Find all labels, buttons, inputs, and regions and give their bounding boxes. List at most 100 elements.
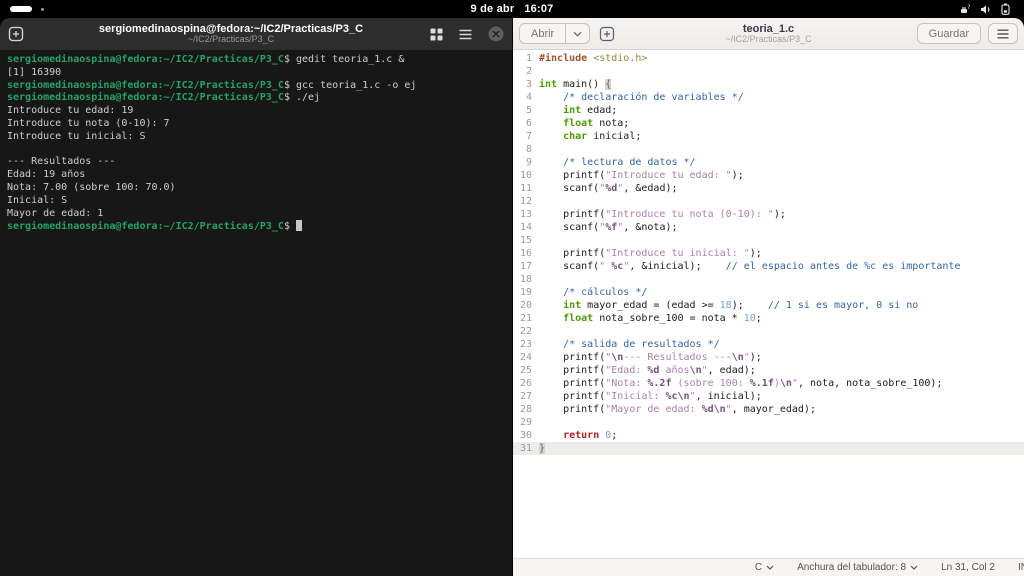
code-line[interactable]: 13 printf("Introduce tu nota (0-10): "); [513, 208, 1024, 221]
document-title: teoria_1.c [742, 22, 795, 35]
code-line[interactable]: 9 /* lectura de datos */ [513, 156, 1024, 169]
code-text: int main() { [539, 79, 612, 90]
code-line[interactable]: 29 [513, 416, 1024, 429]
line-number: 13 [519, 209, 532, 220]
language-selector[interactable]: C [755, 562, 774, 573]
line-number: 22 [519, 326, 532, 337]
line-number: 19 [519, 287, 532, 298]
code-line[interactable]: 11 scanf("%d", &edad); [513, 182, 1024, 195]
line-number: 17 [519, 261, 532, 272]
code-line[interactable]: 1 #include <stdio.h> [513, 52, 1024, 65]
code-line[interactable]: 24 printf("\n--- Resultados ---\n"); [513, 351, 1024, 364]
code-text: printf("Introduce tu edad: "); [539, 170, 744, 181]
clock[interactable]: 9 de abr 16:07 [0, 3, 1024, 15]
line-number: 18 [519, 274, 532, 285]
line-number: 15 [519, 235, 532, 246]
line-number: 8 [525, 144, 532, 155]
code-text: printf("Edad: %d años\n", edad); [539, 365, 756, 376]
terminal-line: Nota: 7.00 (sobre 100: 70.0) [7, 181, 176, 193]
document-path: ~/IC2/Practicas/P3_C [725, 33, 812, 44]
code-line[interactable]: 19 /* cálculos */ [513, 286, 1024, 299]
terminal-headerbar[interactable]: sergiomedinaospina@fedora:~/IC2/Practica… [0, 18, 512, 50]
line-number: 27 [519, 391, 532, 402]
code-line[interactable]: 8 [513, 143, 1024, 156]
code-line[interactable]: 16 printf("Introduce tu inicial: "); [513, 247, 1024, 260]
new-tab-button[interactable] [8, 26, 24, 42]
code-editor[interactable]: 1 #include <stdio.h> 2 3 int main() {4 /* de… [513, 50, 1024, 558]
gedit-headerbar[interactable]: Abrir teoria_1.c ~/IC2/Practicas/P3_C Gu… [513, 18, 1024, 50]
code-text: float nota; [563, 118, 630, 129]
code-line[interactable]: 26 printf("Nota: %.2f (sobre 100: %.1f)\… [513, 377, 1024, 390]
code-line[interactable]: 17 scanf(" %c", &inicial); // el espacio… [513, 260, 1024, 273]
terminal-title-group: sergiomedinaospina@fedora:~/IC2/Practica… [60, 23, 402, 45]
date-label: 9 de abr [470, 3, 515, 15]
code-line[interactable]: 21 float nota_sobre_100 = nota * 10; [513, 312, 1024, 325]
terminal-line: Edad: 19 años [7, 169, 86, 181]
terminal-line: sergiomedinaospina@fedora:~/IC2/Practica… [7, 92, 321, 104]
code-line[interactable]: 12 [513, 195, 1024, 208]
code-text: #include <stdio.h> [539, 53, 648, 64]
code-line[interactable]: 15 [513, 234, 1024, 247]
code-text: scanf("%f", &nota); [539, 222, 678, 233]
code-line[interactable]: 31} [513, 442, 1024, 455]
line-number: 12 [519, 196, 532, 207]
code-line[interactable]: 23 /* salida de resultados */ [513, 338, 1024, 351]
terminal-line: Introduce tu edad: 19 [7, 105, 134, 117]
terminal-menu-icon[interactable] [459, 29, 472, 40]
code-text: int mayor_edad = (edad >= 18); // 1 si e… [563, 300, 919, 311]
code-line[interactable]: 10 printf("Introduce tu edad: "); [513, 169, 1024, 182]
save-button[interactable]: Guardar [916, 23, 981, 44]
code-text: printf("Introduce tu nota (0-10): "); [539, 209, 786, 220]
open-split-button[interactable]: Abrir [519, 23, 591, 44]
line-number: 23 [519, 339, 532, 350]
code-line[interactable]: 14 scanf("%f", &nota); [513, 221, 1024, 234]
code-line[interactable]: 6 float nota; [513, 117, 1024, 130]
code-line[interactable]: 3 int main() { [513, 78, 1024, 91]
top-bar: 9 de abr 16:07 ? [0, 0, 1024, 18]
code-text: scanf(" %c", &inicial); // el espacio an… [539, 261, 961, 272]
code-text: printf("Inicial: %c\n", inicial); [539, 391, 762, 402]
insert-mode-indicator[interactable]: INS [1018, 562, 1024, 573]
code-line[interactable]: 28 printf("Mayor de edad: %d\n", mayor_e… [513, 403, 1024, 416]
line-number: 21 [519, 313, 532, 324]
code-line[interactable]: 18 [513, 273, 1024, 286]
line-number: 28 [519, 404, 532, 415]
terminal-close-button[interactable] [488, 26, 504, 42]
terminal-line: Inicial: S [7, 194, 68, 206]
line-number: 26 [519, 378, 532, 389]
code-line[interactable]: 25 printf("Edad: %d años\n", edad); [513, 364, 1024, 377]
new-document-button[interactable] [599, 26, 615, 42]
terminal-line: Introduce tu inicial: S [7, 130, 146, 142]
code-line[interactable]: 4 /* declaración de variables */ [513, 91, 1024, 104]
line-number: 2 [525, 66, 532, 77]
cursor-position[interactable]: Ln 31, Col 2 [941, 562, 995, 573]
gedit-title-group: teoria_1.c ~/IC2/Practicas/P3_C [653, 23, 884, 45]
line-number: 24 [519, 352, 532, 363]
line-number: 9 [525, 157, 532, 168]
line-number: 5 [525, 105, 532, 116]
code-line[interactable]: 27 printf("Inicial: %c\n", inicial); [513, 390, 1024, 403]
code-line[interactable]: 20 int mayor_edad = (edad >= 18); // 1 s… [513, 299, 1024, 312]
code-line[interactable]: 7 char inicial; [513, 130, 1024, 143]
line-number: 6 [525, 118, 532, 129]
terminal-line: sergiomedinaospina@fedora:~/IC2/Practica… [7, 54, 405, 65]
open-dropdown-button[interactable] [566, 23, 591, 44]
code-line[interactable]: 22 [513, 325, 1024, 338]
open-button[interactable]: Abrir [519, 23, 567, 44]
tab-width-label: Anchura del tabulador: 8 [797, 562, 907, 573]
code-line[interactable]: 2 [513, 65, 1024, 78]
tab-overview-icon[interactable] [430, 28, 443, 41]
code-line[interactable]: 30 return 0; [513, 429, 1024, 442]
terminal-line: Introduce tu nota (0-10): 7 [7, 117, 170, 129]
terminal-line: sergiomedinaospina@fedora:~/IC2/Practica… [7, 220, 512, 234]
code-text: /* salida de resultados */ [563, 339, 720, 350]
code-text: char inicial; [563, 131, 642, 142]
code-text: return 0; [563, 430, 618, 441]
gedit-menu-button[interactable] [988, 23, 1018, 44]
terminal-output[interactable]: sergiomedinaospina@fedora:~/IC2/Practica… [0, 50, 512, 576]
language-label: C [754, 562, 763, 573]
line-number: 10 [519, 170, 532, 181]
code-line[interactable]: 5 int edad; [513, 104, 1024, 117]
tab-width-selector[interactable]: Anchura del tabulador: 8 [797, 562, 918, 573]
